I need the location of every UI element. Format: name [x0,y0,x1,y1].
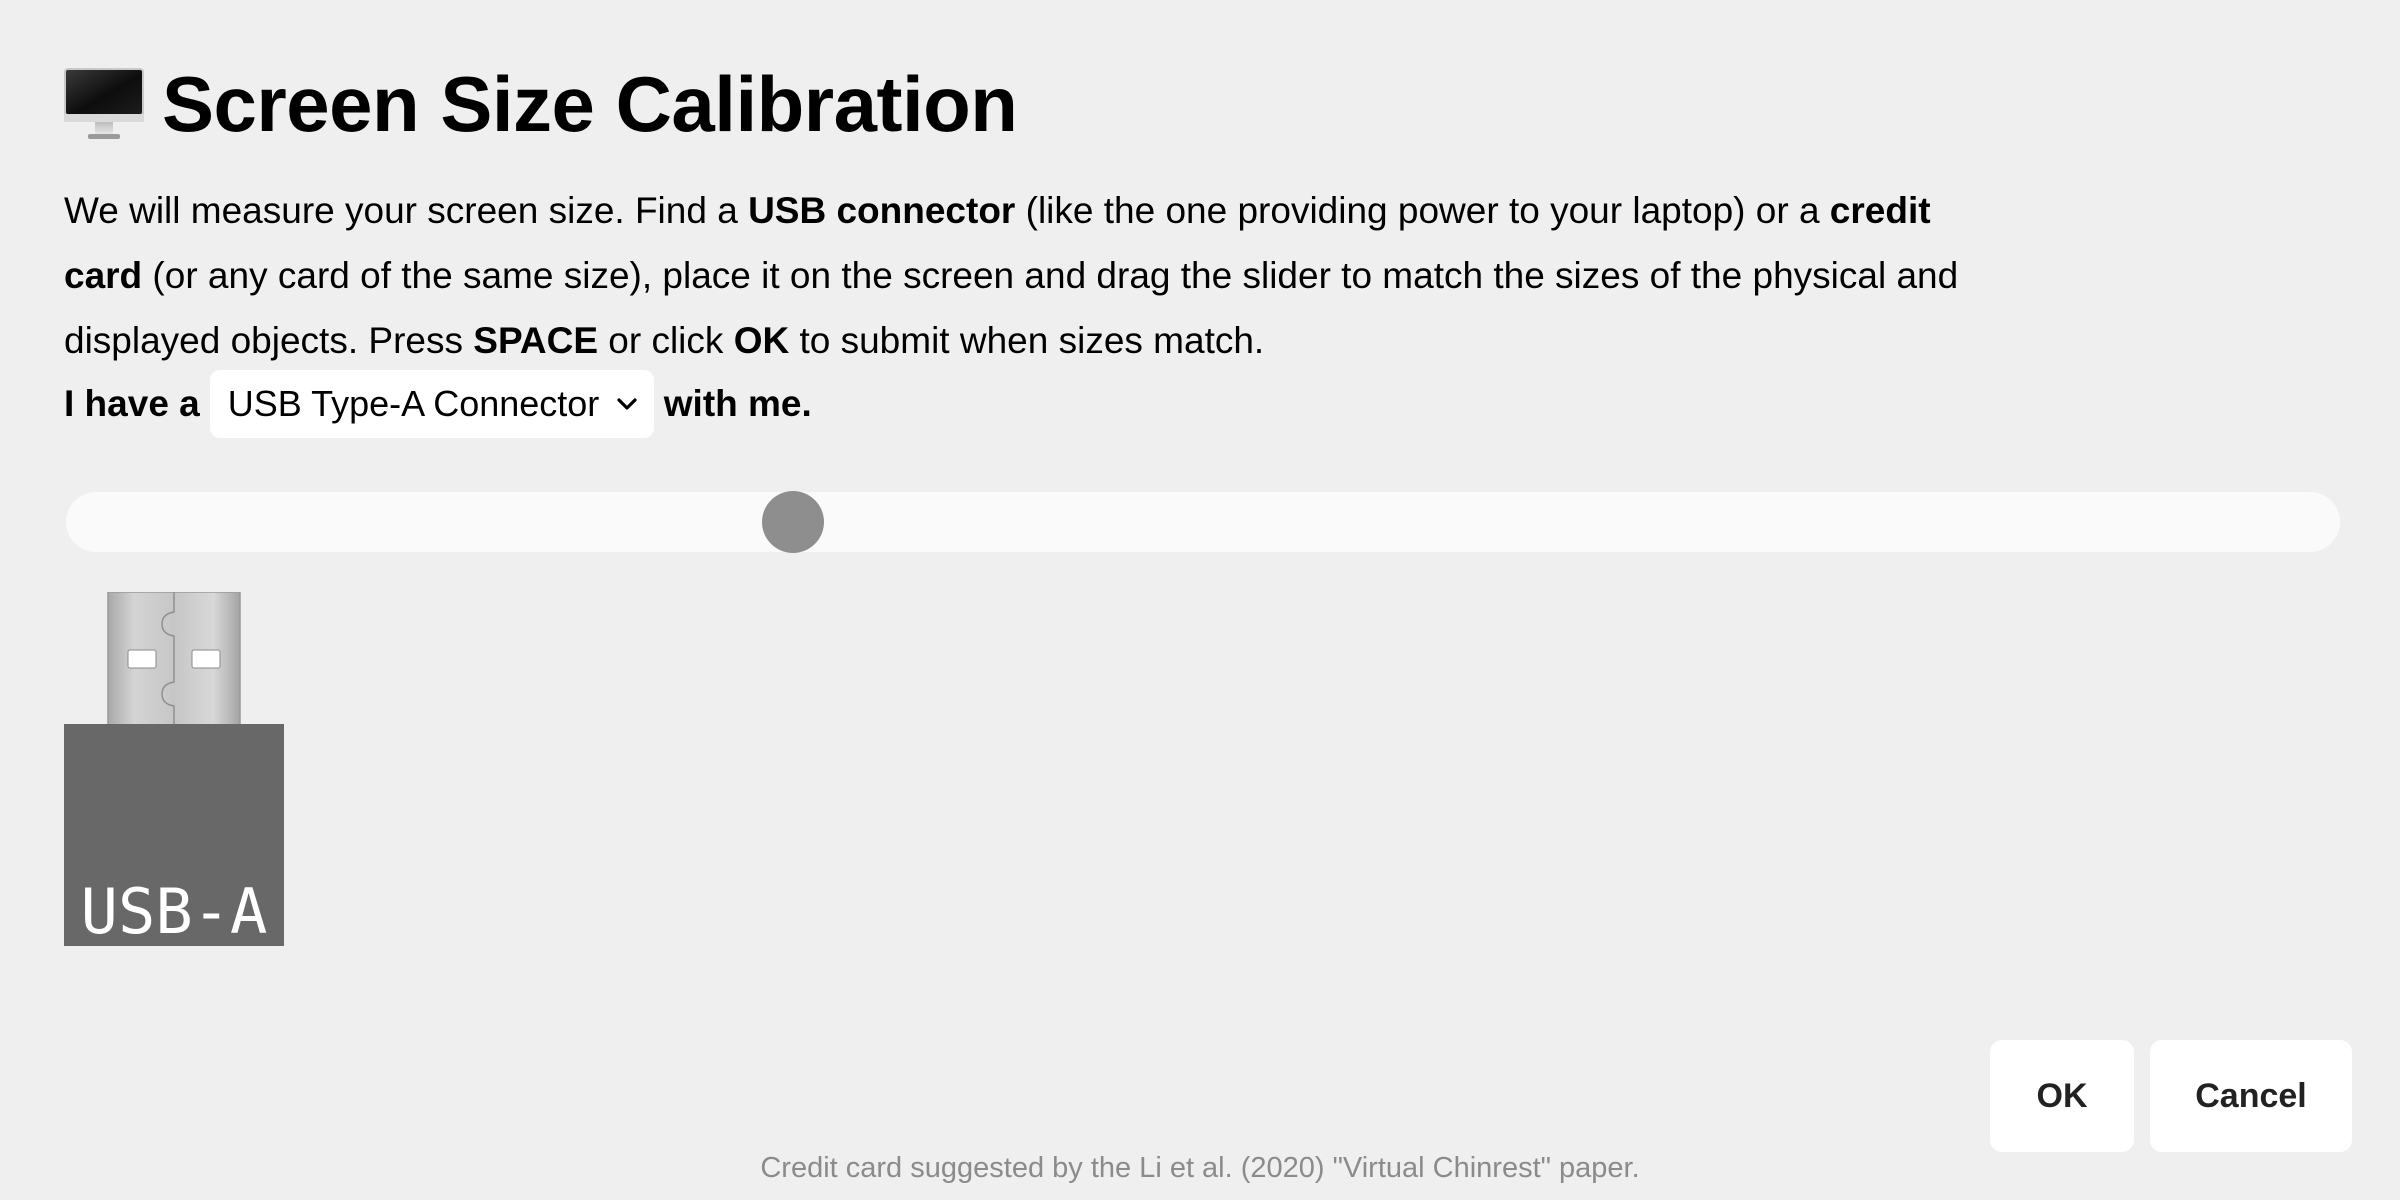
size-slider[interactable] [66,491,2340,553]
page-title-text: Screen Size Calibration [162,59,1018,148]
usb-a-connector-image: USB-A [64,592,284,946]
device-row-prefix: I have a [64,383,200,424]
instructions-text: or click [598,320,734,361]
instructions-ok: OK [733,320,790,361]
credit-footnote: Credit card suggested by the Li et al. (… [760,1152,1640,1184]
page-title: Screen Size Calibration [64,58,1018,150]
ok-button[interactable]: OK [1990,1040,2134,1152]
desktop-computer-icon [64,68,144,144]
instructions-usb-connector: USB connector [748,190,1016,231]
device-row-suffix: with me. [663,383,812,424]
device-select-value: USB Type-A Connector [227,383,600,424]
device-select[interactable]: USB Type-A Connector [209,370,654,438]
size-slider-thumb[interactable] [762,491,825,553]
instructions: We will measure your screen size. Find a… [64,178,2014,373]
instructions-text: to submit when sizes match. [789,320,1265,361]
chevron-down-icon [617,398,637,410]
usb-a-label: USB-A [81,875,268,946]
instructions-text: (like the one providing power to your la… [1015,190,1830,231]
device-row: I have a USB Type-A Connector with me. [64,370,812,438]
instructions-space-key: SPACE [473,320,598,361]
instructions-text: We will measure your screen size. Find a [64,190,749,231]
cancel-button[interactable]: Cancel [2150,1040,2352,1152]
